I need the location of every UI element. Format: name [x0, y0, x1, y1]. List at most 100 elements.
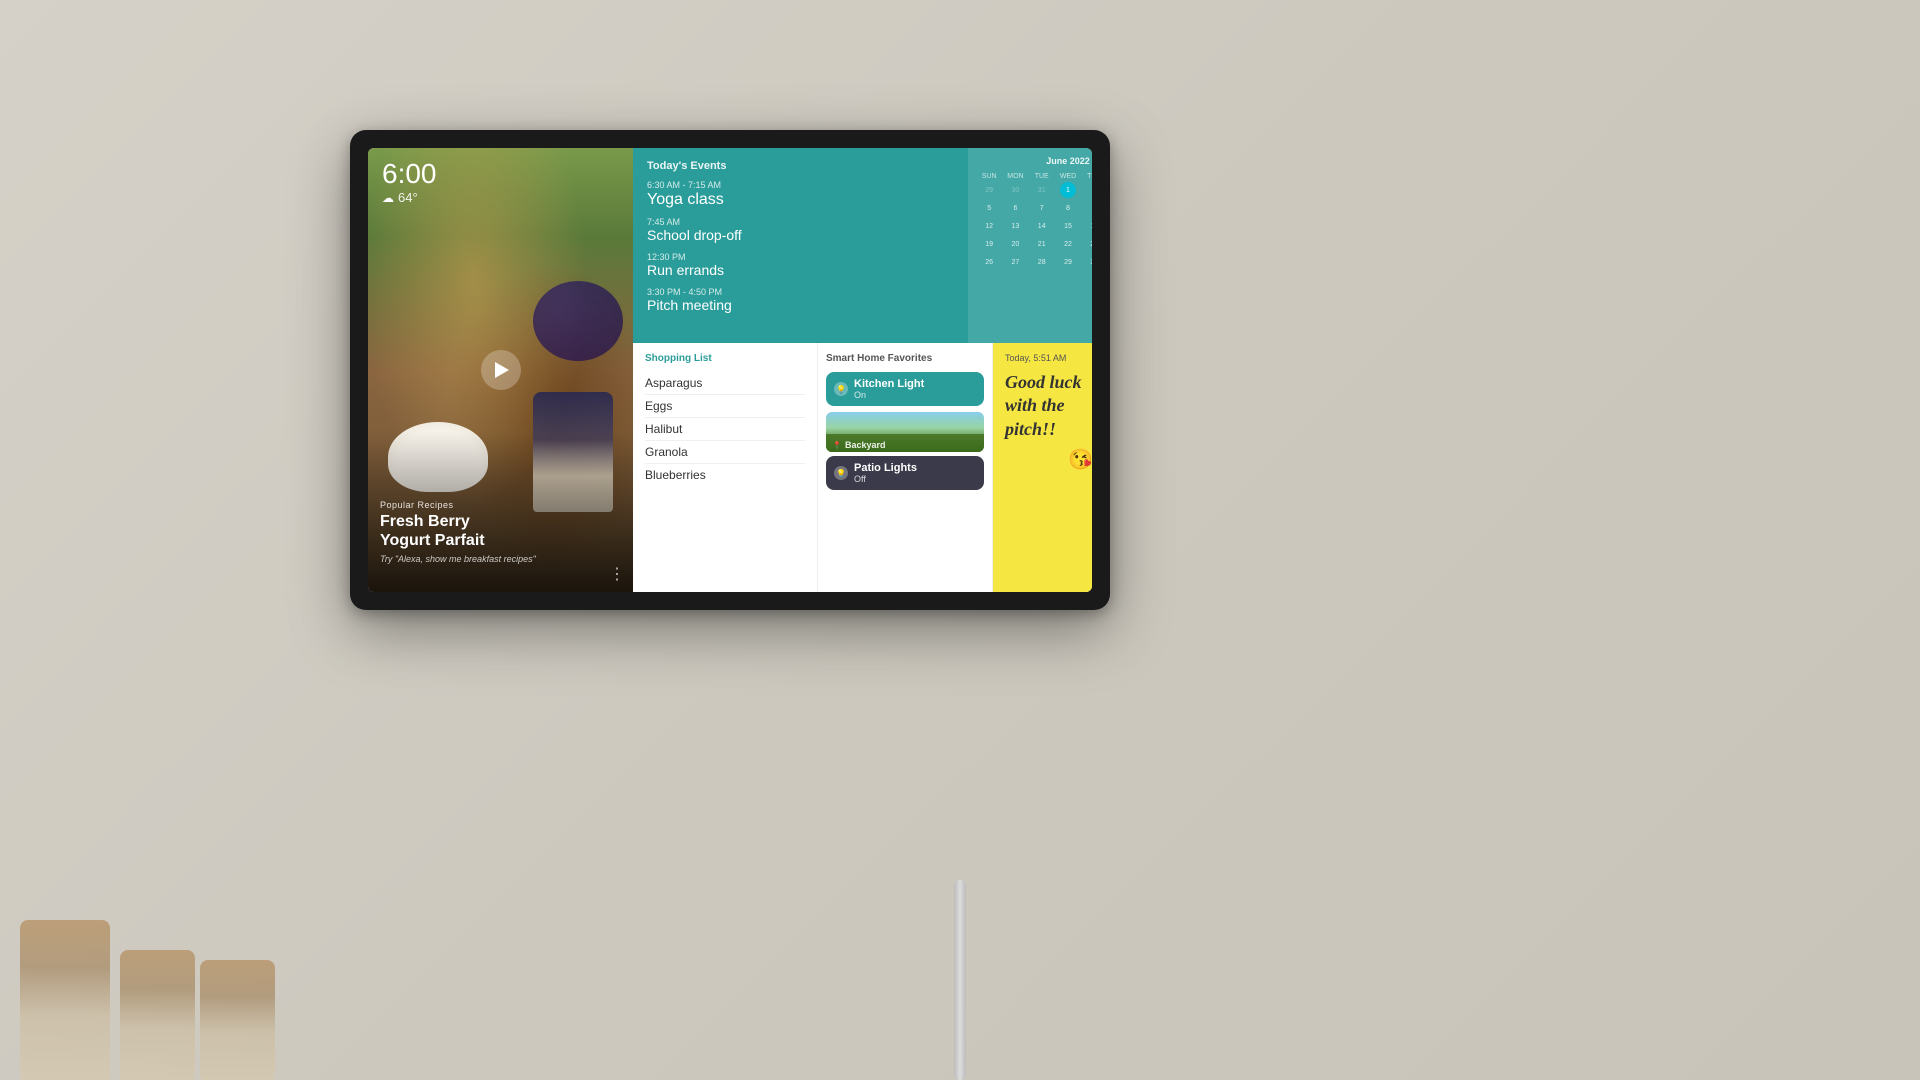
shopping-item-blueberries[interactable]: Blueberries: [645, 464, 805, 486]
play-button[interactable]: [481, 350, 521, 390]
echo-show-device: 6:00 ☁ 64° Popular Recipes Fresh BerryYo…: [350, 130, 1110, 610]
recipe-name: Fresh BerryYogurt Parfait: [380, 512, 621, 550]
cal-26[interactable]: 26: [981, 254, 997, 270]
time-display: 6:00 ☁ 64°: [382, 160, 437, 205]
cal-week-3: 12 13 14 15 16 17 18: [976, 217, 1092, 235]
event-errands[interactable]: 12:30 PM Run errands: [647, 252, 954, 279]
recipe-panel[interactable]: 6:00 ☁ 64° Popular Recipes Fresh BerryYo…: [368, 148, 633, 592]
kitchen-light-status: On: [854, 390, 976, 400]
power-cable: [954, 880, 966, 1080]
smarthome-widget: Smart Home Favorites 💡 Kitchen Light On …: [818, 343, 993, 592]
patio-lights-label: Patio Lights Off: [854, 462, 976, 484]
shopping-item-halibut[interactable]: Halibut: [645, 418, 805, 441]
cal-2[interactable]: 2: [1086, 182, 1092, 198]
note-emoji: 😘: [1005, 447, 1092, 472]
cal-6[interactable]: 6: [1007, 200, 1023, 216]
berries: [533, 281, 623, 361]
cal-week-4: 19 20 21 22 23 24 25: [976, 235, 1092, 253]
cal-19[interactable]: 19: [981, 236, 997, 252]
day-thu: THU: [1081, 172, 1092, 181]
school-time: 7:45 AM: [647, 217, 954, 227]
jar-2: [120, 950, 195, 1080]
clock: 6:00: [382, 160, 437, 188]
sticky-note-widget: Today, 5:51 AM Good luckwith thepitch!! …: [993, 343, 1092, 592]
cal-23[interactable]: 23: [1086, 236, 1092, 252]
cal-day-labels: SUN MON TUE WED THU FRI SAT: [976, 172, 1092, 181]
cal-31-prev[interactable]: 31: [1034, 182, 1050, 198]
shopping-widget: Shopping List Asparagus Eggs Halibut Gra…: [633, 343, 818, 592]
kitchen-jars: [0, 880, 380, 1080]
event-pitch[interactable]: 3:30 PM - 4:50 PM Pitch meeting: [647, 287, 954, 314]
alexa-hint: Try "Alexa, show me breakfast recipes": [380, 554, 621, 564]
calendar-section: Today's Events 6:30 AM - 7:15 AM Yoga cl…: [633, 148, 1092, 343]
cal-20[interactable]: 20: [1007, 236, 1023, 252]
patio-lights-status: Off: [854, 474, 976, 484]
jar-1: [20, 920, 110, 1080]
cal-1-today[interactable]: 1: [1060, 182, 1076, 198]
backyard-label: Backyard: [845, 440, 886, 450]
errands-time: 12:30 PM: [647, 252, 954, 262]
events-panel: Today's Events 6:30 AM - 7:15 AM Yoga cl…: [633, 148, 968, 343]
popular-label: Popular Recipes: [380, 500, 621, 510]
cal-13[interactable]: 13: [1007, 218, 1023, 234]
weather-row: ☁ 64°: [382, 190, 437, 205]
bottom-widgets: Shopping List Asparagus Eggs Halibut Gra…: [633, 343, 1092, 592]
shopping-item-granola[interactable]: Granola: [645, 441, 805, 464]
kitchen-light-name: Kitchen Light: [854, 378, 976, 390]
kitchen-light-label: Kitchen Light On: [854, 378, 976, 400]
backyard-camera[interactable]: 📍 Backyard: [826, 412, 984, 452]
cal-16[interactable]: 16: [1086, 218, 1092, 234]
events-title: Today's Events: [647, 160, 954, 172]
recipe-info: Popular Recipes Fresh BerryYogurt Parfai…: [380, 500, 621, 564]
cal-30-prev[interactable]: 30: [1007, 182, 1023, 198]
cal-29[interactable]: 29: [1060, 254, 1076, 270]
patio-lights-name: Patio Lights: [854, 462, 976, 474]
cal-8[interactable]: 8: [1060, 200, 1076, 216]
cal-15[interactable]: 15: [1060, 218, 1076, 234]
cal-9[interactable]: 9: [1086, 200, 1092, 216]
cal-week-2: 5 6 7 8 9 10 11: [976, 199, 1092, 217]
kitchen-light-button[interactable]: 💡 Kitchen Light On: [826, 372, 984, 406]
cal-month-year: June 2022: [976, 156, 1092, 166]
smarthome-title: Smart Home Favorites: [826, 353, 984, 364]
event-yoga[interactable]: 6:30 AM - 7:15 AM Yoga class: [647, 180, 954, 209]
errands-name: Run errands: [647, 262, 954, 279]
cal-12[interactable]: 12: [981, 218, 997, 234]
cal-22[interactable]: 22: [1060, 236, 1076, 252]
patio-lights-icon: 💡: [834, 466, 848, 480]
device-screen: 6:00 ☁ 64° Popular Recipes Fresh BerryYo…: [368, 148, 1092, 592]
cal-week-1: 29 30 31 1 2 3 4: [976, 181, 1092, 199]
day-tue: TUE: [1029, 172, 1055, 181]
cal-21[interactable]: 21: [1034, 236, 1050, 252]
jar-3: [200, 960, 275, 1080]
cal-28[interactable]: 28: [1034, 254, 1050, 270]
yoga-name: Yoga class: [647, 190, 954, 209]
yoga-time: 6:30 AM - 7:15 AM: [647, 180, 954, 190]
cal-7[interactable]: 7: [1034, 200, 1050, 216]
kitchen-light-icon: 💡: [834, 382, 848, 396]
temperature: 64°: [398, 190, 418, 205]
dots-menu[interactable]: ⋮: [609, 564, 625, 584]
shopping-item-eggs[interactable]: Eggs: [645, 395, 805, 418]
cal-week-5: 26 27 28 29 30 1 2: [976, 253, 1092, 271]
play-icon: [495, 362, 509, 378]
cal-29-prev[interactable]: 29: [981, 182, 997, 198]
day-sun: SUN: [976, 172, 1002, 181]
shopping-title: Shopping List: [645, 353, 805, 364]
weather-icon: ☁: [382, 191, 394, 205]
mini-calendar: June 2022 SUN MON TUE WED THU FRI SAT 29…: [968, 148, 1092, 343]
cal-5[interactable]: 5: [981, 200, 997, 216]
day-mon: MON: [1002, 172, 1028, 181]
note-content: Good luckwith thepitch!!: [1005, 371, 1092, 441]
school-name: School drop-off: [647, 227, 954, 244]
pitch-name: Pitch meeting: [647, 297, 954, 314]
cal-14[interactable]: 14: [1034, 218, 1050, 234]
shopping-item-asparagus[interactable]: Asparagus: [645, 372, 805, 395]
day-wed: WED: [1055, 172, 1081, 181]
patio-lights-button[interactable]: 💡 Patio Lights Off: [826, 456, 984, 490]
event-school[interactable]: 7:45 AM School drop-off: [647, 217, 954, 244]
cal-27[interactable]: 27: [1007, 254, 1023, 270]
cal-30[interactable]: 30: [1086, 254, 1092, 270]
camera-dot: [362, 138, 372, 148]
note-timestamp: Today, 5:51 AM: [1005, 353, 1092, 363]
